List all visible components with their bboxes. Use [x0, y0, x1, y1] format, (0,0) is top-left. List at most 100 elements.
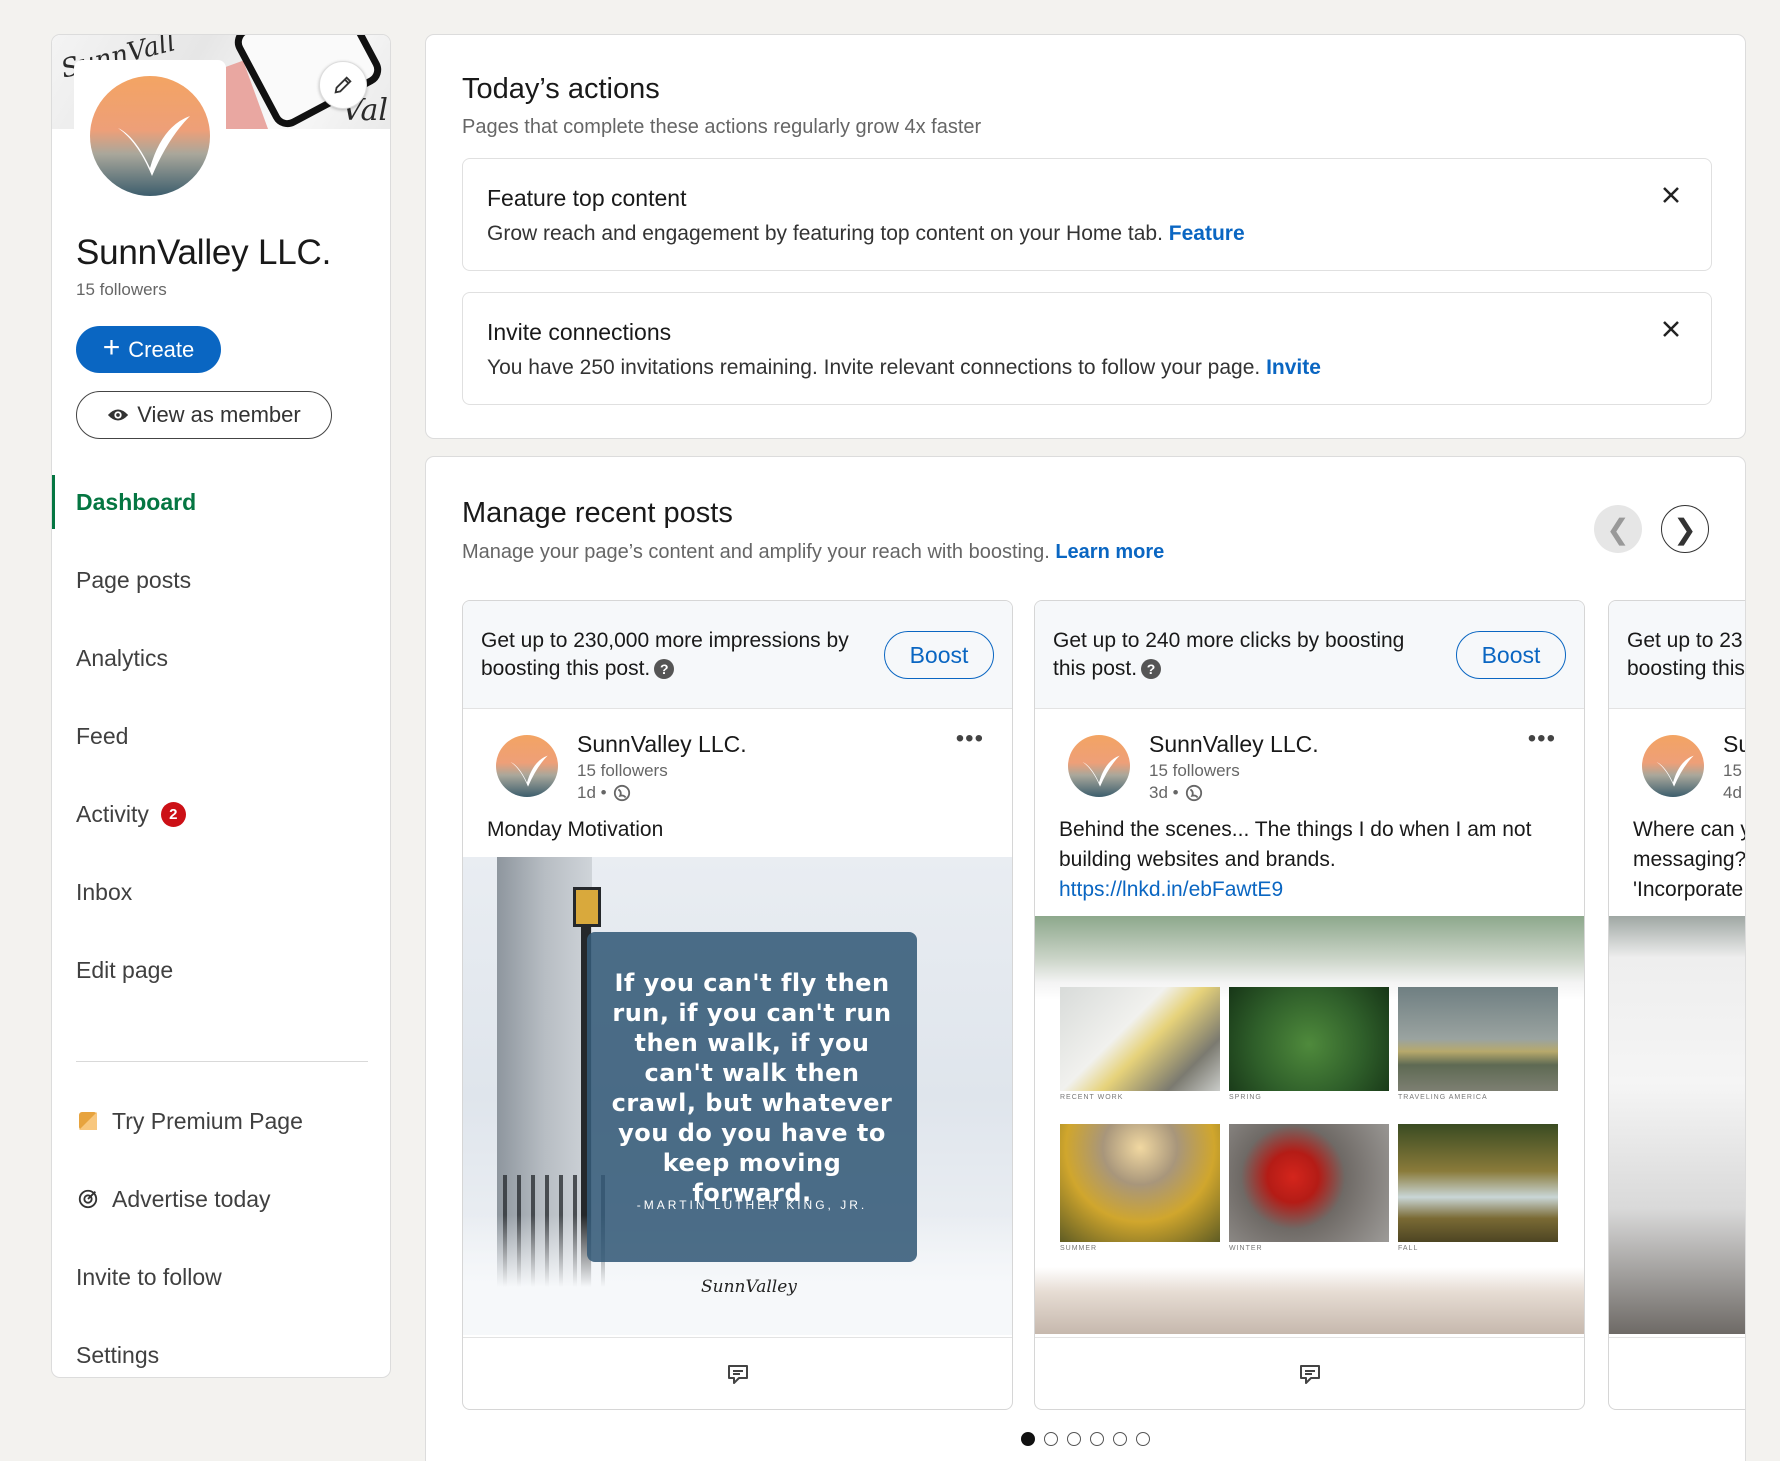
tile-label: Fall — [1398, 1245, 1419, 1252]
sidebar-item-feed[interactable]: Feed — [52, 697, 390, 775]
post-text: Behind the scenes... The things I do whe… — [1059, 815, 1559, 905]
carousel-next-button[interactable]: ❯ — [1661, 505, 1709, 553]
sidebar-item-analytics[interactable]: Analytics — [52, 619, 390, 697]
sidebar-item-label: Try Premium Page — [112, 1107, 303, 1134]
post-time-text: 3d • — [1149, 783, 1179, 802]
boost-banner: Get up to 23 boosting this — [1609, 601, 1745, 709]
follower-count: 15 followers — [76, 280, 167, 299]
boost-button[interactable]: Boost — [1456, 631, 1566, 679]
tile-label: Recent Work — [1060, 1094, 1124, 1101]
boost-text: Get up to 240 more clicks by boosting th… — [1053, 627, 1433, 683]
post-time-text: 4d — [1723, 783, 1742, 802]
create-label: Create — [128, 336, 195, 362]
image-lamp — [573, 887, 601, 927]
more-options-icon[interactable]: ••• — [956, 725, 984, 753]
more-options-icon[interactable]: ••• — [1528, 725, 1556, 753]
boost-text: Get up to 230,000 more impressions by bo… — [481, 627, 881, 683]
post-link[interactable]: https://lnkd.in/ebFawtE9 — [1059, 878, 1283, 901]
sidebar-item-inbox[interactable]: Inbox — [52, 853, 390, 931]
carousel-dot[interactable] — [1044, 1432, 1058, 1446]
sidebar-item-settings[interactable]: Settings — [52, 1316, 390, 1377]
view-as-member-label: View as member — [137, 402, 301, 427]
subtitle-text: Manage your page’s content and amplify y… — [462, 541, 1050, 563]
tile-label: Spring — [1229, 1094, 1262, 1101]
author-name[interactable]: SunnValley LLC. — [1149, 731, 1319, 758]
company-name: SunnValley LLC. — [76, 233, 332, 272]
carousel-dot[interactable] — [1021, 1432, 1035, 1446]
carousel-pagination — [426, 1432, 1745, 1446]
post-footer — [463, 1337, 1012, 1409]
carousel-dot[interactable] — [1113, 1432, 1127, 1446]
author-avatar[interactable] — [1068, 735, 1130, 797]
author-name[interactable]: Su — [1723, 731, 1745, 758]
carousel-prev-button[interactable]: ❮ — [1594, 505, 1642, 553]
author-followers: 15 followers — [1149, 761, 1240, 780]
signature-logo: SunnValley — [701, 1277, 797, 1297]
action-description: You have 250 invitations remaining. Invi… — [487, 356, 1321, 380]
sidebar-divider — [76, 1061, 368, 1062]
sidebar-item-label: Advertise today — [112, 1185, 271, 1212]
author-avatar[interactable] — [1642, 735, 1704, 797]
boost-banner: Get up to 230,000 more impressions by bo… — [463, 601, 1012, 709]
post-time-text: 1d • — [577, 783, 607, 802]
feature-link[interactable]: Feature — [1169, 222, 1245, 245]
sidebar-secondary-nav: Try Premium Page Advertise today Invite … — [52, 1082, 390, 1377]
todays-actions-card: Today’s actions Pages that complete thes… — [425, 34, 1746, 439]
edit-cover-button[interactable] — [319, 61, 367, 109]
tile-label: Winter — [1229, 1245, 1263, 1252]
sidebar-item-label: Analytics — [76, 644, 169, 671]
sidebar-item-edit-page[interactable]: Edit page — [52, 931, 390, 1009]
post-image[interactable]: If you can't fly then run, if you can't … — [463, 857, 1012, 1335]
sidebar-item-advertise[interactable]: Advertise today — [52, 1160, 390, 1238]
section-title: Manage recent posts — [462, 497, 733, 529]
dismiss-button[interactable] — [1657, 181, 1685, 209]
globe-icon — [1185, 784, 1202, 802]
create-button[interactable]: + Create — [76, 326, 221, 373]
boost-button[interactable]: Boost — [884, 631, 994, 679]
comment-icon[interactable] — [1298, 1363, 1322, 1385]
post-image[interactable] — [1609, 916, 1745, 1334]
page-sidebar: SunnVall Val SunnValley LLC. 15 follower… — [51, 34, 391, 1378]
manage-recent-posts-card: Manage recent posts Manage your page’s c… — [425, 456, 1746, 1461]
plus-icon: + — [102, 331, 121, 364]
author-avatar[interactable] — [496, 735, 558, 797]
photo-tile — [1229, 987, 1389, 1091]
author-name[interactable]: SunnValley LLC. — [577, 731, 747, 758]
dismiss-button[interactable] — [1657, 315, 1685, 343]
photo-tile — [1398, 1124, 1558, 1242]
action-text: Grow reach and engagement by featuring t… — [487, 222, 1163, 245]
post-text-line: messaging? — [1633, 848, 1746, 871]
post-image[interactable]: Recent Work Spring Traveling America Sum… — [1035, 916, 1584, 1334]
sidebar-item-try-premium[interactable]: Try Premium Page — [52, 1082, 390, 1160]
sidebar-item-dashboard[interactable]: Dashboard — [52, 463, 390, 541]
view-as-member-button[interactable]: View as member — [76, 391, 332, 439]
carousel-dot[interactable] — [1090, 1432, 1104, 1446]
post-text-line: 'Incorporate — [1633, 878, 1744, 901]
section-subtitle: Manage your page’s content and amplify y… — [462, 541, 1164, 564]
carousel-dot[interactable] — [1136, 1432, 1150, 1446]
post-text-line: Where can y — [1633, 818, 1746, 841]
action-title: Feature top content — [487, 185, 687, 211]
sidebar-item-label: Edit page — [76, 956, 174, 983]
sidebar-item-label: Dashboard — [76, 488, 197, 515]
target-icon — [76, 1187, 100, 1211]
help-icon[interactable]: ? — [654, 659, 675, 680]
sidebar-item-activity[interactable]: Activity 2 — [52, 775, 390, 853]
learn-more-link[interactable]: Learn more — [1055, 541, 1164, 563]
quote-author: -MARTIN LUTHER KING, JR. — [636, 1198, 868, 1212]
post-card: Get up to 240 more clicks by boosting th… — [1034, 600, 1585, 1410]
sidebar-item-page-posts[interactable]: Page posts — [52, 541, 390, 619]
pencil-icon — [334, 76, 352, 94]
sidebar-item-invite-to-follow[interactable]: Invite to follow — [52, 1238, 390, 1316]
post-card: Get up to 230,000 more impressions by bo… — [462, 600, 1013, 1410]
sidebar-nav: Dashboard Page posts Analytics Feed Acti… — [52, 463, 390, 1009]
chevron-left-icon: ❮ — [1606, 513, 1630, 545]
premium-icon — [76, 1109, 100, 1133]
company-logo[interactable] — [74, 60, 226, 212]
comment-icon[interactable] — [726, 1363, 750, 1385]
invite-link[interactable]: Invite — [1266, 356, 1321, 379]
photo-tile — [1398, 987, 1558, 1091]
boost-text-content: boosting this — [1627, 657, 1745, 680]
carousel-dot[interactable] — [1067, 1432, 1081, 1446]
help-icon[interactable]: ? — [1141, 659, 1162, 680]
